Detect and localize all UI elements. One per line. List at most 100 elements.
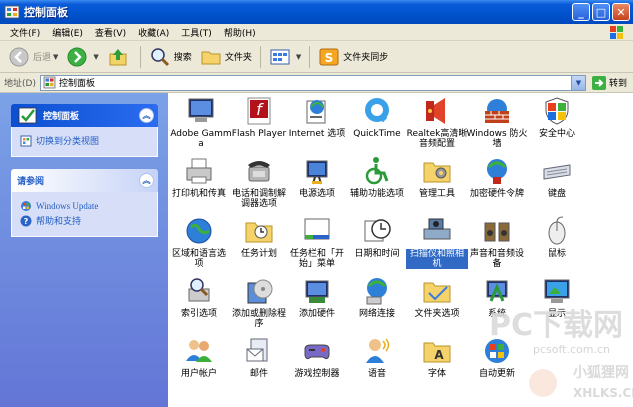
windows-flag-icon: [610, 26, 623, 39]
folder-icon: [201, 51, 221, 64]
address-dropdown-button[interactable]: ▼: [570, 75, 585, 90]
help-and-support-link[interactable]: ? 帮助和支持: [20, 213, 149, 228]
forward-button[interactable]: ▼: [62, 44, 102, 70]
firewall-icon: [485, 99, 509, 123]
close-button[interactable]: ✕: [612, 3, 630, 21]
cp-item-phone-and-modem[interactable]: 电话和调制解调器选项: [228, 155, 290, 209]
collapse-button[interactable]: ︽: [139, 173, 154, 188]
address-label: 地址(D): [4, 79, 36, 89]
maximize-button[interactable]: □: [592, 3, 610, 21]
folder-sync-button[interactable]: S 文件夹同步: [314, 44, 392, 70]
control-panel-items: Adobe Gamma f Flash Player Internet 选项 Q…: [168, 93, 633, 407]
cp-item-security-center[interactable]: 安全中心: [526, 95, 588, 139]
menu-help[interactable]: 帮助(H): [218, 26, 262, 39]
collapse-button[interactable]: ︽: [139, 108, 154, 123]
scanner-camera-icon: [423, 218, 451, 240]
go-arrow-icon: [591, 75, 606, 90]
globe-clock-icon: [186, 218, 212, 244]
cp-item-user-accounts[interactable]: 用户帐户: [168, 335, 230, 379]
cp-item-sounds-and-audio[interactable]: 声音和音频设备: [466, 215, 528, 269]
mail-icon: [246, 338, 268, 362]
internet-options-icon: [306, 100, 326, 124]
cp-item-fonts[interactable]: A 字体: [406, 335, 468, 379]
cp-item-administrative-tools[interactable]: 管理工具: [406, 155, 468, 199]
cp-item-folder-options[interactable]: 文件夹选项: [406, 275, 468, 319]
cp-item-automatic-updates[interactable]: 自动更新: [466, 335, 528, 379]
see-also-header[interactable]: 请参阅 ︽: [11, 169, 158, 192]
control-panel-icon: [18, 107, 37, 123]
chevron-down-icon: ▼: [295, 52, 302, 61]
switch-to-category-view-link[interactable]: 切换到分类视图: [20, 133, 149, 148]
keyboard-icon: [543, 164, 571, 180]
menu-tools[interactable]: 工具(T): [175, 26, 218, 39]
cp-item-realtek-audio[interactable]: Realtek高清晰音频配置: [406, 95, 468, 149]
scheduled-tasks-icon: [245, 222, 273, 243]
cp-item-quicktime[interactable]: QuickTime: [346, 95, 408, 139]
control-panel-header[interactable]: 控制面板 ︽: [11, 104, 158, 127]
cp-item-accessibility-options[interactable]: 辅助功能选项: [346, 155, 408, 199]
up-folder-button[interactable]: [103, 44, 136, 70]
power-icon: [306, 160, 328, 185]
cp-item-power-options[interactable]: 电源选项: [286, 155, 348, 199]
users-icon: [186, 340, 212, 362]
gamepad-icon: [304, 344, 330, 360]
cp-item-mail[interactable]: 邮件: [228, 335, 290, 379]
svg-text:?: ?: [24, 217, 29, 226]
window-title: 控制面板: [24, 6, 68, 19]
sound-icon: [484, 222, 510, 242]
go-button[interactable]: 转到: [591, 75, 627, 90]
quicktime-icon: [365, 98, 389, 123]
menu-edit[interactable]: 编辑(E): [46, 26, 89, 39]
clock-icon: [364, 219, 391, 242]
automatic-updates-icon: [485, 339, 509, 363]
phone-icon: [248, 161, 270, 182]
cp-item-network-connections[interactable]: 网络连接: [346, 275, 408, 319]
cp-item-regional-and-language[interactable]: 区域和语言选项: [168, 215, 230, 269]
cp-item-speech[interactable]: 语音: [346, 335, 408, 379]
cp-item-scheduled-tasks[interactable]: 任务计划: [228, 215, 290, 259]
folder-sync-icon: S: [319, 48, 339, 65]
see-also-box: 请参阅 ︽ Windows Update ? 帮助和支持: [11, 169, 158, 237]
cp-item-crypto-token[interactable]: 加密硬件令牌: [466, 155, 528, 199]
menu-view[interactable]: 查看(V): [89, 26, 132, 39]
cp-item-windows-firewall[interactable]: Windows 防火墙: [466, 95, 528, 149]
back-button[interactable]: 后退 ▼: [4, 44, 62, 70]
cp-item-keyboard[interactable]: 键盘: [526, 155, 588, 199]
cp-item-adobe-gamma[interactable]: Adobe Gamma: [170, 95, 232, 149]
printer-icon: [186, 158, 212, 184]
folders-button[interactable]: 文件夹: [196, 44, 256, 70]
cp-item-mouse[interactable]: 鼠标: [526, 215, 588, 259]
windows-update-link[interactable]: Windows Update: [20, 198, 149, 213]
cp-item-game-controllers[interactable]: 游戏控制器: [286, 335, 348, 379]
search-button[interactable]: 搜索: [145, 44, 196, 70]
search-icon: [151, 47, 169, 66]
address-input[interactable]: 控制面板 ▼: [39, 74, 586, 91]
cp-item-add-hardware[interactable]: 添加硬件: [286, 275, 348, 319]
cp-item-flash-player[interactable]: f Flash Player: [228, 95, 290, 139]
views-grid-icon: [270, 49, 290, 64]
chevron-down-icon: ▼: [93, 52, 99, 61]
views-button[interactable]: ▼: [265, 44, 305, 70]
cp-item-indexing-options[interactable]: 索引选项: [168, 275, 230, 319]
minimize-button[interactable]: _: [572, 3, 590, 21]
forward-arrow-icon: [67, 47, 87, 66]
svg-text:A: A: [434, 348, 444, 362]
menu-favorites[interactable]: 收藏(A): [132, 26, 175, 39]
speaker-icon: [426, 98, 445, 124]
control-panel-icon: [4, 5, 20, 19]
cp-item-date-and-time[interactable]: 日期和时间: [346, 215, 408, 259]
cp-item-system[interactable]: 系统: [466, 275, 528, 319]
cp-item-scanners-and-cameras[interactable]: 扫描仪和照相机: [406, 215, 468, 269]
add-remove-programs-icon: [247, 279, 273, 304]
display-icon: [544, 279, 570, 303]
cp-item-printers-and-faxes[interactable]: 打印机和传真: [168, 155, 230, 199]
indexing-icon: [188, 278, 210, 302]
cp-item-display[interactable]: 显示: [526, 275, 588, 319]
menu-file[interactable]: 文件(F): [4, 26, 46, 39]
cp-item-taskbar-and-start-menu[interactable]: 任务栏和「开始」菜单: [286, 215, 348, 269]
taskbar-icon: [304, 218, 330, 240]
chevron-down-icon: ▼: [53, 52, 59, 61]
cp-item-add-remove-programs[interactable]: 添加或删除程序: [228, 275, 290, 329]
crypto-token-icon: [487, 159, 507, 184]
cp-item-internet-options[interactable]: Internet 选项: [286, 95, 348, 139]
